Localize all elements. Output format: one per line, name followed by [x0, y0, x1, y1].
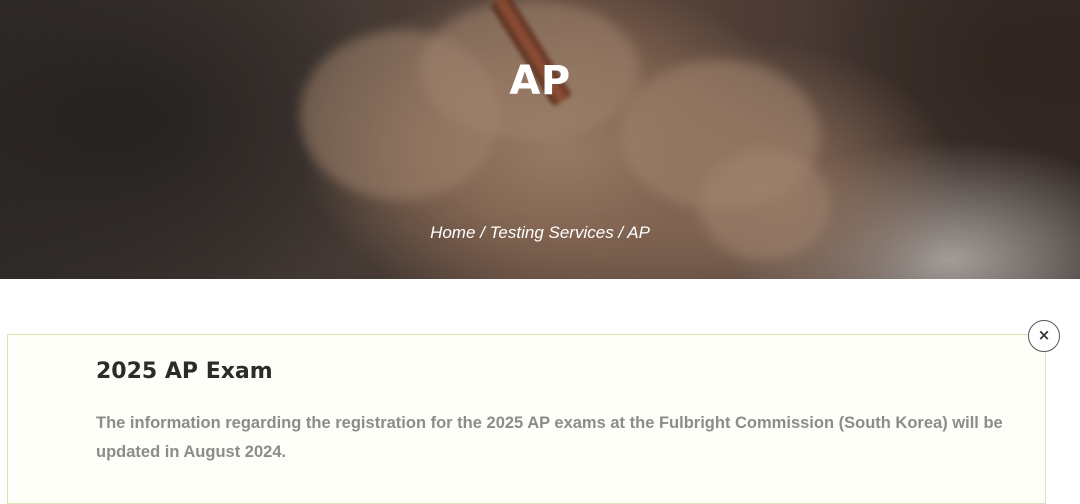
- breadcrumb-home-link[interactable]: Home: [430, 223, 475, 242]
- hero-banner: AP Home / Testing Services / AP: [0, 0, 1080, 279]
- breadcrumb: Home / Testing Services / AP: [0, 223, 1080, 243]
- breadcrumb-current: AP: [627, 223, 650, 242]
- close-icon[interactable]: ×: [1038, 326, 1051, 344]
- close-button[interactable]: ×: [1028, 320, 1060, 352]
- notice-body: The information regarding the registrati…: [96, 414, 1003, 461]
- breadcrumb-testing-services-link[interactable]: Testing Services: [490, 223, 614, 242]
- notice-title: 2025 AP Exam: [96, 359, 273, 384]
- page-title: AP: [509, 58, 571, 104]
- breadcrumb-separator: /: [613, 223, 628, 242]
- breadcrumb-separator: /: [475, 223, 490, 242]
- notice-box: 2025 AP Exam The information regarding t…: [7, 334, 1046, 504]
